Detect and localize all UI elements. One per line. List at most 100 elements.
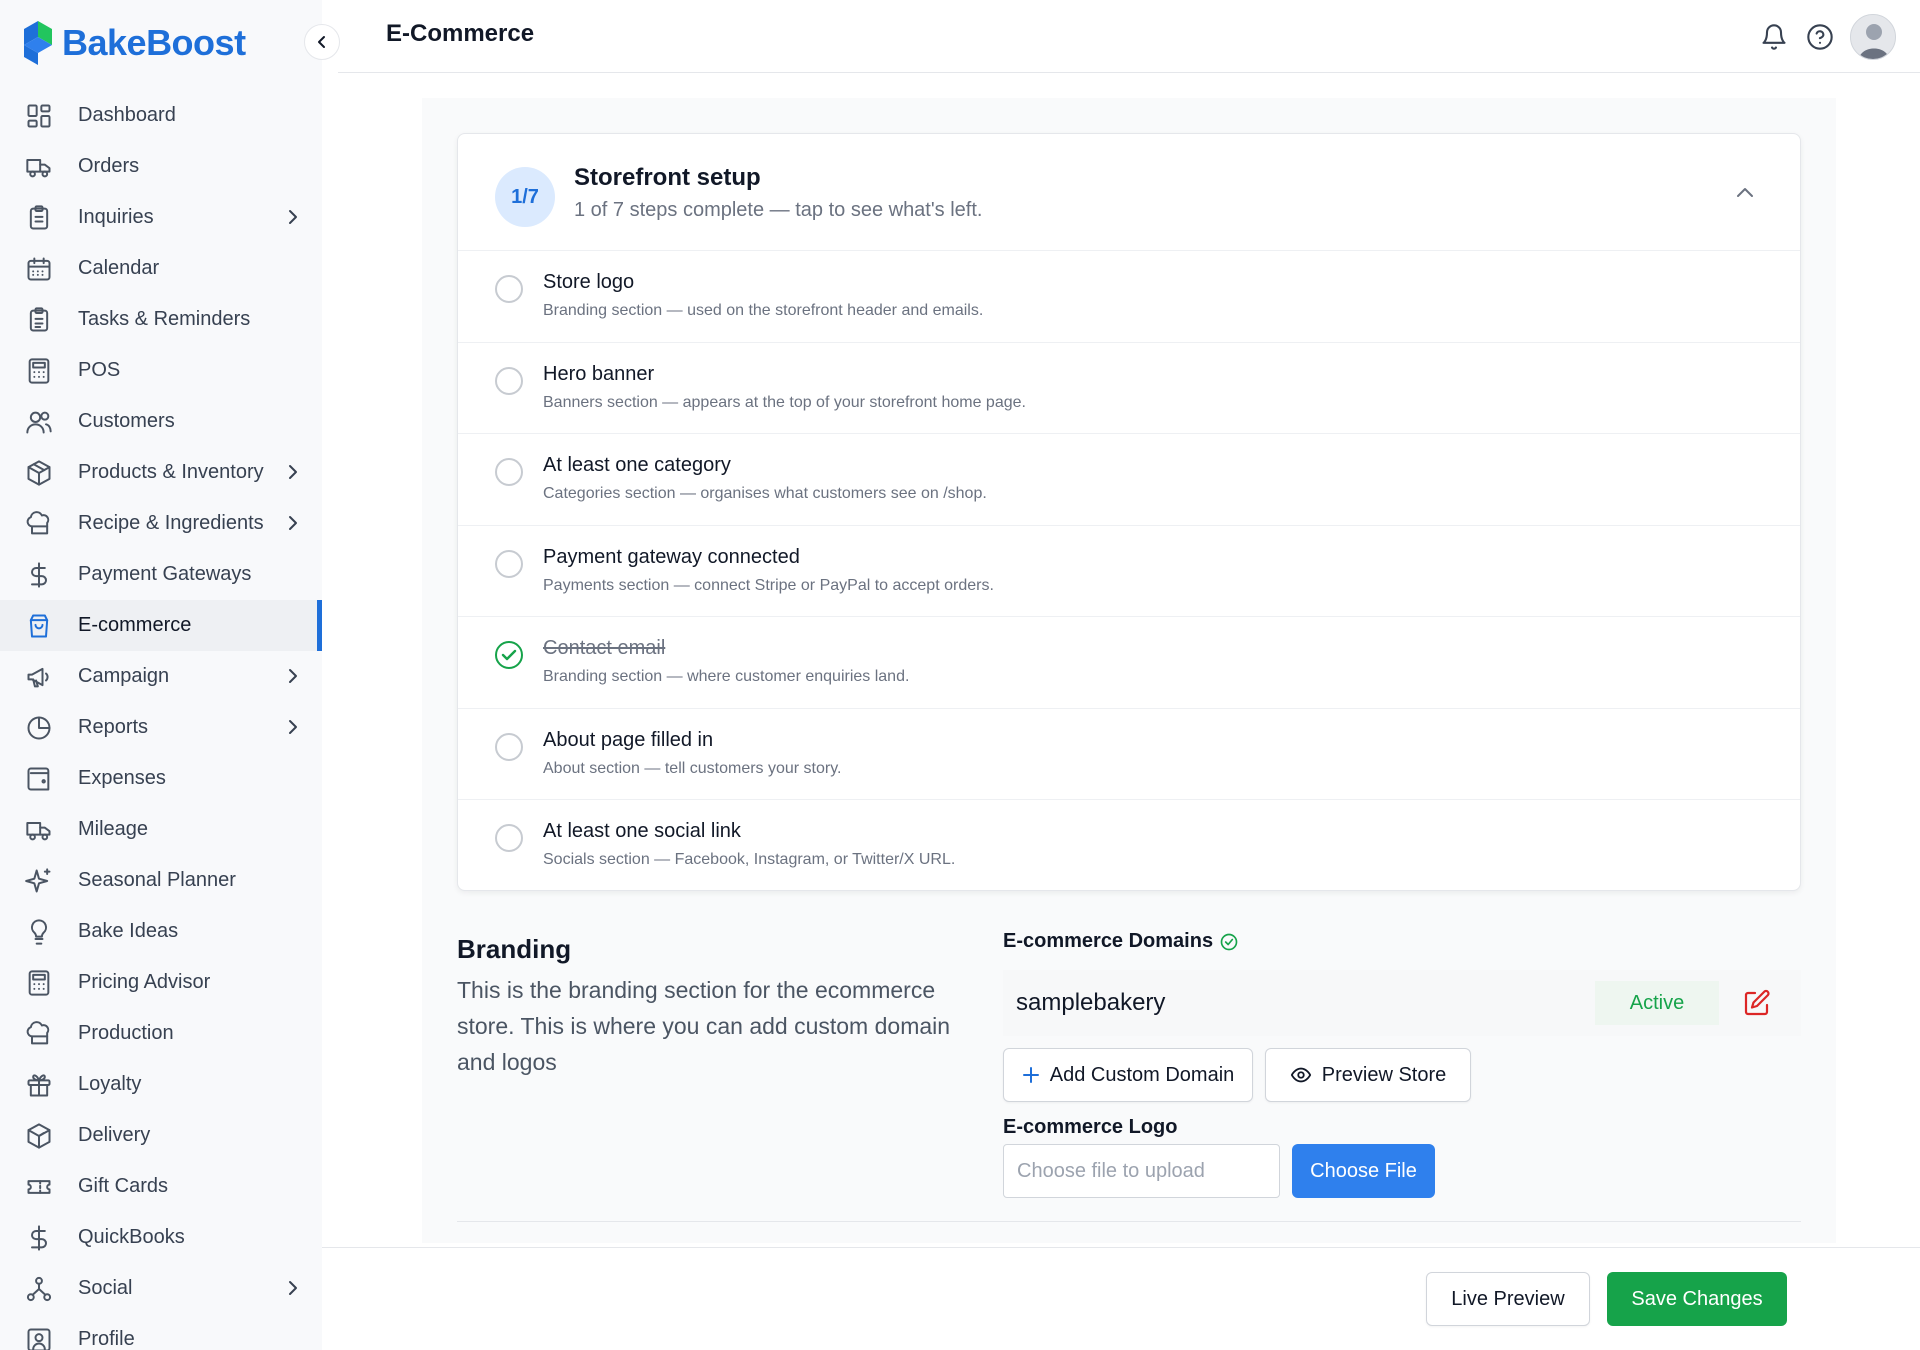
setup-step[interactable]: About page filled in About section — tell…: [458, 709, 1800, 800]
sidebar-item-expenses[interactable]: Expenses: [0, 753, 322, 804]
setup-step[interactable]: At least one social link Socials section …: [458, 800, 1800, 892]
chevron-right-icon[interactable]: [284, 463, 302, 481]
sidebar-item-label: Orders: [78, 155, 140, 177]
setup-steps-list: Store logo Branding section — used on the…: [458, 251, 1800, 892]
calculator-icon: [24, 356, 54, 386]
brand-logo[interactable]: BakeBoost: [22, 16, 246, 70]
step-incomplete-circle-icon[interactable]: [495, 366, 523, 395]
dollar-icon: [24, 1223, 54, 1253]
step-description: About section — tell customers your stor…: [543, 759, 842, 777]
sidebar-item-quickbooks[interactable]: QuickBooks: [0, 1212, 322, 1263]
sidebar-item-e-commerce[interactable]: E-commerce: [0, 600, 322, 651]
sidebar-item-pos[interactable]: POS: [0, 345, 322, 396]
ecommerce-logo-label: E-commerce Logo: [1003, 1116, 1178, 1138]
box-icon: [24, 458, 54, 488]
sidebar-item-customers[interactable]: Customers: [0, 396, 322, 447]
ecommerce-domains-label: E-commerce Domains: [1003, 930, 1239, 953]
step-title: Store logo: [543, 271, 635, 293]
sidebar-item-profile[interactable]: Profile: [0, 1314, 322, 1350]
truck-icon: [24, 152, 54, 182]
sidebar-item-campaign[interactable]: Campaign: [0, 651, 322, 702]
sidebar-item-delivery[interactable]: Delivery: [0, 1110, 322, 1161]
chevron-up-icon[interactable]: [1734, 182, 1756, 204]
sidebar-item-label: Pricing Advisor: [78, 971, 211, 993]
dollar-icon: [24, 560, 54, 590]
bell-icon[interactable]: [1758, 21, 1790, 53]
domain-name: samplebakery: [1016, 989, 1166, 1016]
chevron-right-icon[interactable]: [284, 667, 302, 685]
chef-hat-icon: [24, 509, 54, 539]
sidebar-item-calendar[interactable]: Calendar: [0, 243, 322, 294]
sidebar-item-label: Gift Cards: [78, 1175, 169, 1197]
sidebar-nav: Dashboard Orders Inquiries Calendar Tasks & …: [0, 90, 322, 1350]
setup-step[interactable]: Contact email Branding section — where cu…: [458, 617, 1800, 709]
chevron-right-icon[interactable]: [284, 718, 302, 736]
step-title: At least one social link: [543, 820, 741, 842]
step-incomplete-circle-icon[interactable]: [495, 732, 523, 761]
save-changes-button[interactable]: Save Changes: [1607, 1272, 1787, 1326]
logo-file-input[interactable]: [1003, 1144, 1280, 1198]
sidebar-item-products-inventory[interactable]: Products & Inventory: [0, 447, 322, 498]
storefront-setup-card: 1/7 Storefront setup 1 of 7 steps comple…: [457, 133, 1801, 891]
step-progress-badge: 1/7: [495, 167, 555, 227]
sidebar-item-label: Seasonal Planner: [78, 869, 236, 891]
footer-actions: Live Preview Save Changes: [322, 1247, 1920, 1350]
sidebar-item-label: Payment Gateways: [78, 563, 252, 585]
sidebar-item-mileage[interactable]: Mileage: [0, 804, 322, 855]
sidebar-item-label: POS: [78, 359, 121, 381]
sidebar-item-social[interactable]: Social: [0, 1263, 322, 1314]
step-incomplete-circle-icon[interactable]: [495, 458, 523, 486]
sidebar-item-bake-ideas[interactable]: Bake Ideas: [0, 906, 322, 957]
preview-store-button[interactable]: Preview Store: [1265, 1048, 1471, 1102]
sidebar-item-recipe-ingredients[interactable]: Recipe & Ingredients: [0, 498, 322, 549]
sidebar-item-label: Loyalty: [78, 1073, 142, 1095]
sidebar-item-payment-gateways[interactable]: Payment Gateways: [0, 549, 322, 600]
sidebar-item-dashboard[interactable]: Dashboard: [0, 90, 322, 141]
step-description: Branding section — where customer enquir…: [543, 668, 910, 685]
sidebar-item-loyalty[interactable]: Loyalty: [0, 1059, 322, 1110]
branding-description: This is the branding section for the eco…: [457, 977, 951, 1075]
plus-icon: [1022, 1067, 1039, 1083]
sidebar-item-label: Expenses: [78, 767, 166, 789]
step-incomplete-circle-icon[interactable]: [495, 549, 523, 578]
sidebar-item-production[interactable]: Production: [0, 1008, 322, 1059]
sidebar-item-label: Mileage: [78, 818, 149, 840]
sidebar-item-label: Customers: [78, 410, 175, 432]
step-title: Hero banner: [543, 362, 655, 385]
step-incomplete-circle-icon[interactable]: [495, 275, 523, 303]
edit-domain-icon[interactable]: [1741, 987, 1773, 1019]
sidebar-item-label: E-commerce: [78, 614, 192, 636]
chevron-left-icon: [318, 36, 325, 48]
package-icon: [24, 1121, 54, 1151]
sidebar-item-label: Calendar: [78, 257, 160, 279]
sidebar-item-orders[interactable]: Orders: [0, 141, 322, 192]
sidebar-item-gift-cards[interactable]: Gift Cards: [0, 1161, 322, 1212]
help-icon[interactable]: [1804, 21, 1836, 53]
sidebar-item-tasks-reminders[interactable]: Tasks & Reminders: [0, 294, 322, 345]
chef-hat-icon: [24, 1019, 54, 1049]
sidebar-item-label: Products & Inventory: [78, 461, 264, 483]
setup-title: Storefront setup: [574, 164, 761, 191]
chevron-right-icon[interactable]: [284, 514, 302, 532]
collapse-sidebar-button[interactable]: [304, 24, 340, 60]
avatar[interactable]: [1850, 14, 1896, 60]
sparkles-icon: [24, 866, 54, 896]
add-custom-domain-button[interactable]: Add Custom Domain: [1003, 1048, 1253, 1102]
sidebar-item-reports[interactable]: Reports: [0, 702, 322, 753]
live-preview-button[interactable]: Live Preview: [1426, 1272, 1590, 1326]
setup-step[interactable]: Store logo Branding section — used on the…: [458, 251, 1800, 343]
step-complete-check-icon[interactable]: [495, 641, 523, 669]
sidebar-item-label: Social: [78, 1277, 133, 1299]
chevron-right-icon[interactable]: [284, 1279, 302, 1297]
setup-step[interactable]: At least one category Categories section …: [458, 434, 1800, 526]
bakeboost-logo-icon: [24, 21, 52, 65]
choose-file-button[interactable]: Choose File: [1292, 1144, 1435, 1198]
step-incomplete-circle-icon[interactable]: [495, 824, 523, 852]
sidebar-item-seasonal-planner[interactable]: Seasonal Planner: [0, 855, 322, 906]
sidebar-item-pricing-advisor[interactable]: Pricing Advisor: [0, 957, 322, 1008]
setup-step[interactable]: Hero banner Banners section — appears at …: [458, 343, 1800, 434]
setup-step[interactable]: Payment gateway connected Payments sectio…: [458, 526, 1800, 617]
sidebar-item-inquiries[interactable]: Inquiries: [0, 192, 322, 243]
setup-header[interactable]: 1/7 Storefront setup 1 of 7 steps comple…: [458, 134, 1800, 251]
chevron-right-icon[interactable]: [284, 208, 302, 226]
